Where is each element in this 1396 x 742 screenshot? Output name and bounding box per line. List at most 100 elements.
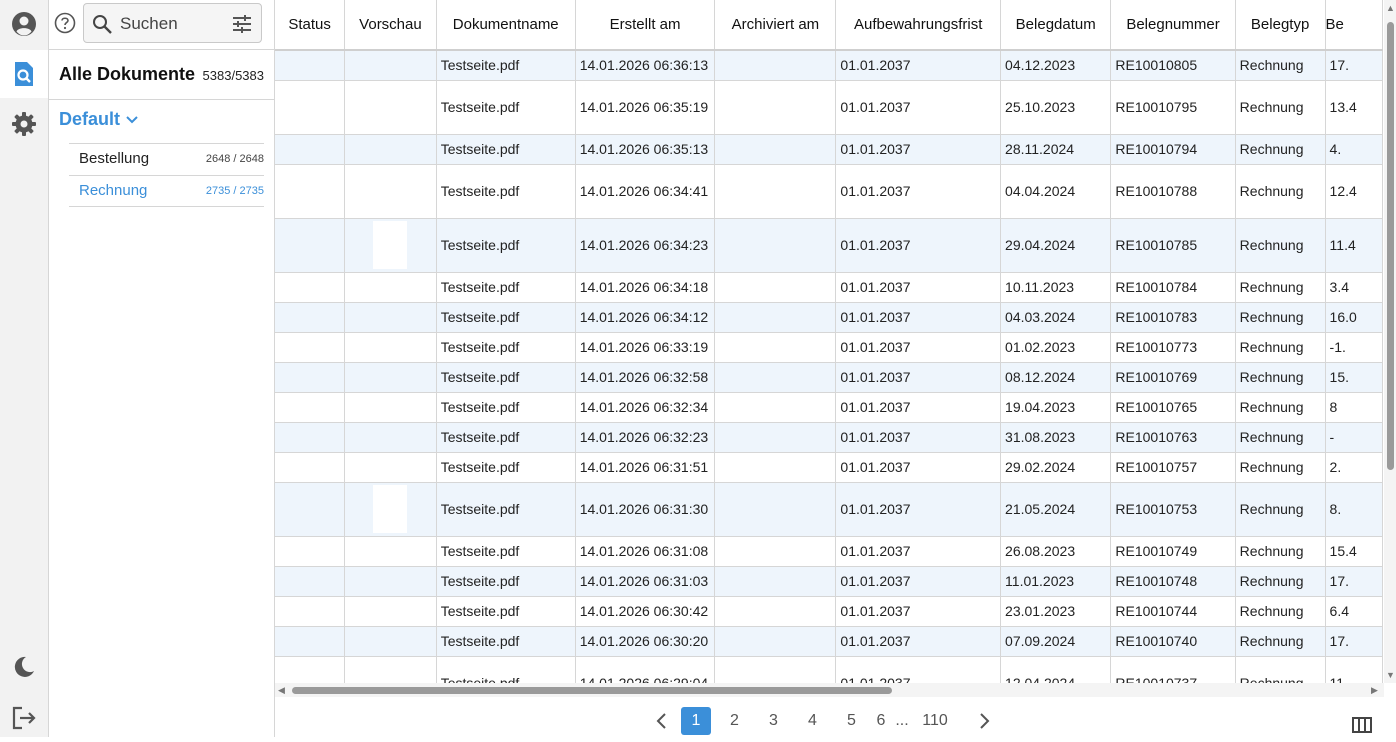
table-row[interactable]: Testseite.pdf 14.01.2026 06:34:23 01.01.20… (275, 218, 1383, 273)
column-header[interactable]: Belegnummer (1110, 0, 1236, 51)
scroll-left-arrow-icon[interactable]: ◀ (278, 685, 285, 696)
document-type-cell: Rechnung (1235, 566, 1326, 597)
columns-icon[interactable] (1352, 717, 1372, 733)
amount-cell: - (1325, 422, 1383, 453)
help-icon[interactable] (54, 12, 76, 34)
vertical-scrollbar[interactable]: ▲ ▼ (1384, 0, 1396, 683)
page-button-current[interactable]: 1 (681, 707, 711, 735)
document-thumbnail[interactable] (373, 659, 408, 683)
documents-nav-button[interactable] (0, 50, 48, 98)
retention-cell: 01.01.2037 (835, 626, 1002, 657)
page-button[interactable]: 2 (715, 712, 754, 730)
archived-cell (714, 482, 837, 537)
category-label: Bestellung (79, 150, 150, 167)
table-row[interactable]: Testseite.pdf 14.01.2026 06:31:30 01.01.20… (275, 482, 1383, 537)
table-row[interactable]: Testseite.pdf 14.01.2026 06:33:19 01.01.20… (275, 332, 1383, 363)
horizontal-scrollbar[interactable]: ◀ ▶ (275, 683, 1384, 697)
filter-sliders-icon[interactable] (231, 13, 253, 35)
column-header[interactable]: Erstellt am (575, 0, 716, 51)
archived-cell (714, 452, 837, 483)
table-row[interactable]: Testseite.pdf 14.01.2026 06:31:03 01.01.20… (275, 566, 1383, 597)
document-number-cell: RE10010757 (1110, 452, 1236, 483)
document-date-cell: 25.10.2023 (1000, 80, 1112, 135)
status-cell (275, 164, 346, 219)
retention-cell: 01.01.2037 (835, 392, 1002, 423)
column-header[interactable]: Archiviert am (714, 0, 837, 51)
archived-cell (714, 362, 837, 393)
table-row[interactable]: Testseite.pdf 14.01.2026 06:30:42 01.01.20… (275, 596, 1383, 627)
archived-cell (714, 596, 837, 627)
scroll-right-arrow-icon[interactable]: ▶ (1371, 685, 1378, 696)
table-row[interactable]: Testseite.pdf 14.01.2026 06:30:20 01.01.20… (275, 626, 1383, 657)
page-button[interactable]: 6 (871, 712, 891, 730)
dark-mode-toggle[interactable] (0, 643, 48, 691)
column-header[interactable]: Aufbewahrungsfrist (835, 0, 1002, 51)
column-header[interactable]: Vorschau (344, 0, 437, 51)
scroll-down-arrow-icon[interactable]: ▼ (1386, 670, 1395, 680)
document-thumbnail[interactable] (373, 485, 408, 533)
view-selector[interactable]: Default (59, 109, 138, 130)
created-cell: 14.01.2026 06:33:19 (575, 332, 716, 363)
created-cell: 14.01.2026 06:32:58 (575, 362, 716, 393)
archived-cell (714, 134, 837, 165)
column-header[interactable]: Belegdatum (1000, 0, 1112, 51)
table-row[interactable]: Testseite.pdf 14.01.2026 06:32:23 01.01.20… (275, 422, 1383, 453)
table-row[interactable]: Testseite.pdf 14.01.2026 06:32:58 01.01.20… (275, 362, 1383, 393)
previous-page-button[interactable] (645, 712, 677, 730)
status-cell (275, 656, 346, 683)
column-header[interactable]: Be (1325, 0, 1383, 51)
table-row[interactable]: Testseite.pdf 14.01.2026 06:31:51 01.01.20… (275, 452, 1383, 483)
category-rechnung[interactable]: Rechnung 2735 / 2735 (69, 175, 264, 206)
page-button-last[interactable]: 110 (913, 712, 957, 730)
table-row[interactable]: Testseite.pdf 14.01.2026 06:36:13 01.01.20… (275, 50, 1383, 81)
document-thumbnail[interactable] (373, 167, 408, 215)
document-thumbnail[interactable] (373, 221, 408, 269)
table-row[interactable]: Testseite.pdf 14.01.2026 06:34:41 01.01.20… (275, 164, 1383, 219)
next-page-button[interactable] (957, 712, 1013, 730)
column-header[interactable]: Dokumentname (436, 0, 576, 51)
document-date-cell: 21.05.2024 (1000, 482, 1112, 537)
all-documents-count: 5383/5383 (202, 68, 264, 83)
horizontal-scroll-thumb[interactable] (292, 687, 892, 694)
search-box[interactable]: Suchen (83, 3, 262, 43)
amount-cell: 4. (1325, 134, 1383, 165)
page-button[interactable]: 3 (754, 712, 793, 730)
column-header[interactable]: Status (275, 0, 346, 51)
amount-cell: 6.4 (1325, 596, 1383, 627)
amount-cell: 11. (1325, 656, 1383, 683)
page-button[interactable]: 4 (793, 712, 832, 730)
all-documents-title[interactable]: Alle Dokumente (59, 64, 195, 85)
status-cell (275, 50, 346, 81)
table-row[interactable]: Testseite.pdf 14.01.2026 06:35:19 01.01.20… (275, 80, 1383, 135)
table-row[interactable]: Testseite.pdf 14.01.2026 06:31:08 01.01.20… (275, 536, 1383, 567)
document-name-cell: Testseite.pdf (436, 422, 576, 453)
document-name-cell: Testseite.pdf (436, 362, 576, 393)
status-cell (275, 422, 346, 453)
table-row[interactable]: Testseite.pdf 14.01.2026 06:34:12 01.01.20… (275, 302, 1383, 333)
settings-nav-button[interactable] (0, 100, 48, 148)
column-header[interactable]: Belegtyp (1235, 0, 1326, 51)
preview-cell (344, 272, 437, 303)
amount-cell: 8. (1325, 482, 1383, 537)
document-name-cell: Testseite.pdf (436, 80, 576, 135)
status-cell (275, 134, 346, 165)
document-name-cell: Testseite.pdf (436, 218, 576, 273)
table-row[interactable]: Testseite.pdf 14.01.2026 06:34:18 01.01.20… (275, 272, 1383, 303)
document-name-cell: Testseite.pdf (436, 566, 576, 597)
table-row[interactable]: Testseite.pdf 14.01.2026 06:35:13 01.01.20… (275, 134, 1383, 165)
archived-cell (714, 80, 837, 135)
category-count: 2648 / 2648 (205, 153, 264, 165)
vertical-scroll-thumb[interactable] (1387, 22, 1394, 470)
amount-cell: 17. (1325, 626, 1383, 657)
scroll-up-arrow-icon[interactable]: ▲ (1386, 3, 1395, 13)
page-button[interactable]: 5 (832, 712, 871, 730)
document-type-cell: Rechnung (1235, 218, 1326, 273)
document-thumbnail[interactable] (373, 83, 408, 131)
logout-button[interactable] (0, 694, 48, 742)
category-bestellung[interactable]: Bestellung 2648 / 2648 (69, 143, 264, 174)
user-button[interactable] (0, 0, 48, 48)
search-input[interactable]: Suchen (120, 14, 178, 34)
table-row[interactable]: Testseite.pdf 14.01.2026 06:29:04 01.01.20… (275, 656, 1383, 683)
sidebar-panel: Suchen Alle Dokumente 5383/5383 Default … (49, 0, 275, 737)
table-row[interactable]: Testseite.pdf 14.01.2026 06:32:34 01.01.20… (275, 392, 1383, 423)
